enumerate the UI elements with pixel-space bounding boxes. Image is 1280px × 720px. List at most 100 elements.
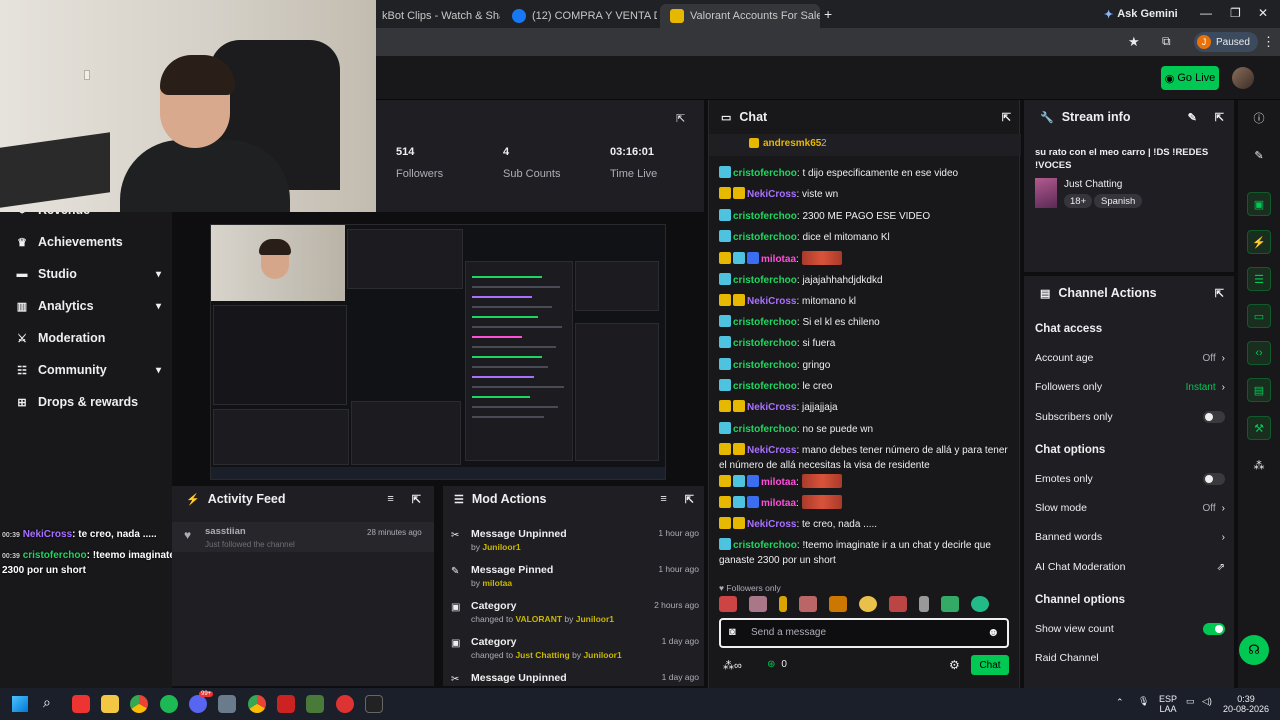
list-icon[interactable]: ☰	[1247, 267, 1271, 291]
show-view-count-toggle[interactable]	[1203, 623, 1225, 635]
send-chat-button[interactable]: Chat	[971, 655, 1009, 675]
popout-icon[interactable]: ⇱	[685, 493, 694, 506]
emote-icon[interactable]	[719, 596, 737, 612]
clock[interactable]: 0:39 20-08-2026	[1218, 694, 1274, 714]
chat-username[interactable]: NekiCross	[747, 445, 796, 456]
chat-message[interactable]: milotaa:	[719, 495, 1015, 511]
mod-action-item[interactable]: ▣ Category changed to Just Chatting by J…	[451, 636, 699, 664]
emote-icon[interactable]	[799, 596, 817, 612]
chrome-icon[interactable]	[130, 695, 148, 713]
spotify-icon[interactable]	[160, 695, 178, 713]
help-headset-icon[interactable]: ☊	[1239, 635, 1269, 665]
volume-icon[interactable]: ◁)	[1202, 696, 1212, 706]
search-icon[interactable]: ⌕	[43, 694, 51, 711]
close-window-icon[interactable]: ✕	[1258, 6, 1268, 20]
emote-icon[interactable]	[971, 596, 989, 612]
pencil-icon[interactable]: ✎	[1247, 143, 1271, 167]
info-icon[interactable]: ⓘ	[1247, 106, 1271, 130]
windows-start-icon[interactable]	[12, 696, 28, 712]
channel-icon[interactable]: ▤	[1247, 378, 1271, 402]
mod-action-item[interactable]: ▣ Category changed to VALORANT by Junilo…	[451, 600, 699, 628]
network-icon[interactable]: ▭	[1186, 696, 1195, 706]
chat-icon[interactable]: ▭	[1247, 304, 1271, 328]
mod-tools-icon[interactable]: ⁂∞	[723, 659, 742, 672]
popout-icon[interactable]: ⇱	[676, 112, 685, 125]
chat-username[interactable]: milotaa	[761, 477, 796, 488]
popout-icon[interactable]: ⇱	[1215, 287, 1224, 300]
chat-username[interactable]: cristoferchoo	[733, 275, 797, 286]
raid-channel-setting[interactable]: Raid Channel	[1035, 649, 1225, 667]
chat-input[interactable]: ◙ Send a message ☻	[719, 618, 1009, 648]
minimize-icon[interactable]: —	[1200, 6, 1212, 20]
chat-message[interactable]: cristoferchoo: jajajahhahdjdkdkd	[719, 272, 1015, 288]
category-name[interactable]: Just Chatting	[1064, 179, 1122, 190]
chat-message[interactable]: NekiCross: viste wn	[719, 187, 1015, 202]
chat-username[interactable]: NekiCross	[747, 189, 796, 200]
chat-username[interactable]: NekiCross	[747, 519, 796, 530]
chat-username[interactable]: cristoferchoo	[733, 381, 797, 392]
bookmark-star-icon[interactable]: ★	[1128, 34, 1140, 50]
chat-message[interactable]: cristoferchoo: Si el kl es chileno	[719, 315, 1015, 330]
chat-message[interactable]: cristoferchoo: dice el mitomano Kl	[719, 229, 1015, 245]
popout-icon[interactable]: ⇱	[412, 493, 421, 506]
emote-icon[interactable]	[749, 596, 767, 612]
app-icon[interactable]	[72, 695, 90, 713]
sidebar-item-achievements[interactable]: ♛ Achievements	[16, 230, 161, 254]
code-icon[interactable]: ‹›	[1247, 341, 1271, 365]
filter-icon[interactable]: ≡	[387, 493, 393, 505]
emote-icon[interactable]	[919, 596, 929, 612]
new-tab-button[interactable]: +	[824, 6, 832, 22]
settings-icon[interactable]	[218, 695, 236, 713]
mod-action-item[interactable]: ✂ Message Unpinned by Juniloor1 1 hour a…	[451, 528, 699, 556]
emote-icon[interactable]	[779, 596, 787, 612]
lightning-icon[interactable]: ⚡	[1247, 230, 1271, 254]
ask-gemini-button[interactable]: ✦ Ask Gemini	[1104, 5, 1178, 23]
epic-games-icon[interactable]	[365, 695, 383, 713]
folder-icon[interactable]	[101, 695, 119, 713]
browser-menu-icon[interactable]: ⋮	[1262, 34, 1275, 50]
category-thumbnail[interactable]	[1035, 178, 1057, 208]
subscribers-only-toggle[interactable]	[1203, 411, 1225, 423]
sidebar-item-community[interactable]: ☷ Community ▾	[16, 358, 161, 382]
maximize-icon[interactable]: ❐	[1230, 6, 1241, 20]
chat-username[interactable]: milotaa	[761, 254, 796, 265]
browser-tab-active[interactable]: Valorant Accounts For Sale - Va ✕	[660, 4, 820, 28]
chat-username[interactable]: cristoferchoo	[733, 360, 797, 371]
chat-username[interactable]: cristoferchoo	[733, 424, 797, 435]
emote-icon[interactable]	[889, 596, 907, 612]
gear-icon[interactable]: ⚙	[949, 658, 960, 672]
sidebar-item-moderation[interactable]: ⚔ Moderation	[16, 326, 161, 350]
chat-message[interactable]: cristoferchoo: le creo	[719, 379, 1015, 394]
extensions-icon[interactable]: ⧉	[1162, 34, 1171, 49]
chat-username[interactable]: cristoferchoo	[733, 317, 797, 328]
chat-message[interactable]: cristoferchoo: !teemo imaginate ir a un …	[719, 537, 1015, 568]
channel-points[interactable]: ⊛ 0	[767, 659, 787, 670]
chat-message[interactable]: milotaa:	[719, 473, 1015, 490]
stream-preview-video[interactable]	[210, 224, 666, 480]
chevron-up-icon[interactable]: ⌃	[1116, 697, 1124, 707]
sidebar-item-studio[interactable]: ▬ Studio ▾	[16, 262, 162, 286]
banned-words-setting[interactable]: Banned words ›	[1035, 528, 1225, 546]
activity-item[interactable]: ♥ sasstiian Just followed the channel 28…	[172, 522, 434, 552]
app-icon[interactable]	[277, 695, 295, 713]
chat-message[interactable]: NekiCross: mano debes tener número de al…	[719, 442, 1015, 473]
chat-username[interactable]: cristoferchoo	[733, 211, 797, 222]
chat-message[interactable]: NekiCross: te creo, nada .....	[719, 516, 1015, 532]
chat-username[interactable]: NekiCross	[747, 402, 796, 413]
discord-icon[interactable]	[189, 695, 207, 713]
minecraft-icon[interactable]	[306, 695, 324, 713]
popout-icon[interactable]: ⇱	[1002, 111, 1011, 124]
chat-username[interactable]: cristoferchoo	[733, 540, 797, 551]
chat-message[interactable]: cristoferchoo: no se puede wn	[719, 421, 1015, 437]
popout-icon[interactable]: ⇱	[1215, 111, 1224, 124]
mod-tools-icon[interactable]: ⁂	[1247, 453, 1271, 477]
tag-badge[interactable]: Spanish	[1094, 194, 1143, 208]
emotes-only-toggle[interactable]	[1203, 473, 1225, 485]
tag-badge[interactable]: 18+	[1064, 194, 1093, 208]
valorant-icon[interactable]	[336, 695, 354, 713]
chat-message[interactable]: cristoferchoo: t dijo especificamente en…	[719, 166, 1015, 181]
slow-mode-setting[interactable]: Slow mode Off ›	[1035, 499, 1225, 517]
followers-only-setting[interactable]: Followers only Instant ›	[1035, 378, 1225, 396]
avatar[interactable]	[1232, 67, 1254, 89]
chat-username[interactable]: NekiCross	[747, 296, 796, 307]
